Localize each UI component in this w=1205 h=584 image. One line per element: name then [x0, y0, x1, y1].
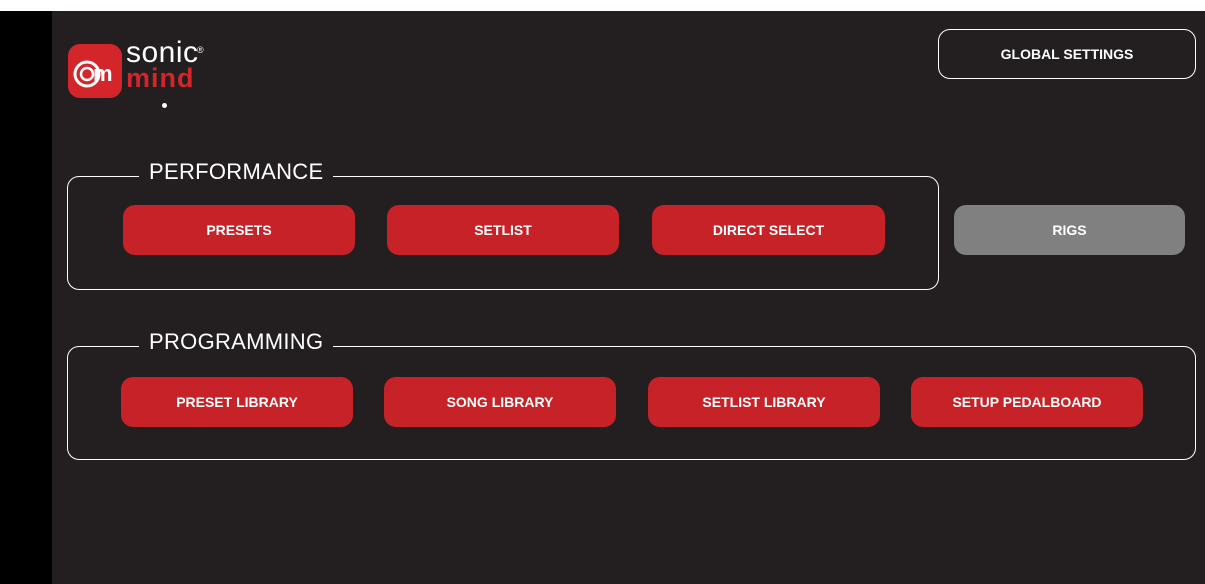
- svg-text:m: m: [93, 61, 113, 86]
- presets-button[interactable]: PRESETS: [123, 205, 355, 255]
- setlist-library-button[interactable]: SETLIST LIBRARY: [648, 377, 880, 427]
- setup-pedalboard-button[interactable]: SETUP PEDALBOARD: [911, 377, 1143, 427]
- left-edge-bar: [0, 11, 52, 584]
- song-library-button[interactable]: SONG LIBRARY: [384, 377, 616, 427]
- rigs-button[interactable]: RIGS: [954, 205, 1185, 255]
- app-screen: m sonic ® mind GLOBAL SETTINGS PERFORMAN…: [0, 11, 1205, 584]
- global-settings-button[interactable]: GLOBAL SETTINGS: [938, 29, 1196, 79]
- direct-select-button[interactable]: DIRECT SELECT: [652, 205, 885, 255]
- performance-group: PERFORMANCE PRESETS SETLIST DIRECT SELEC…: [67, 159, 939, 290]
- programming-title: PROGRAMMING: [139, 329, 334, 355]
- programming-group: PROGRAMMING PRESET LIBRARY SONG LIBRARY …: [67, 329, 1196, 460]
- logo-registered-mark: ®: [197, 45, 204, 55]
- logo-word-mind: mind: [126, 63, 195, 93]
- logo-dot: [162, 103, 167, 108]
- logo-mark-icon: m: [68, 44, 122, 98]
- sonic-mind-logo: m sonic ® mind: [68, 36, 228, 114]
- setlist-button[interactable]: SETLIST: [387, 205, 619, 255]
- preset-library-button[interactable]: PRESET LIBRARY: [121, 377, 353, 427]
- performance-title: PERFORMANCE: [139, 159, 334, 185]
